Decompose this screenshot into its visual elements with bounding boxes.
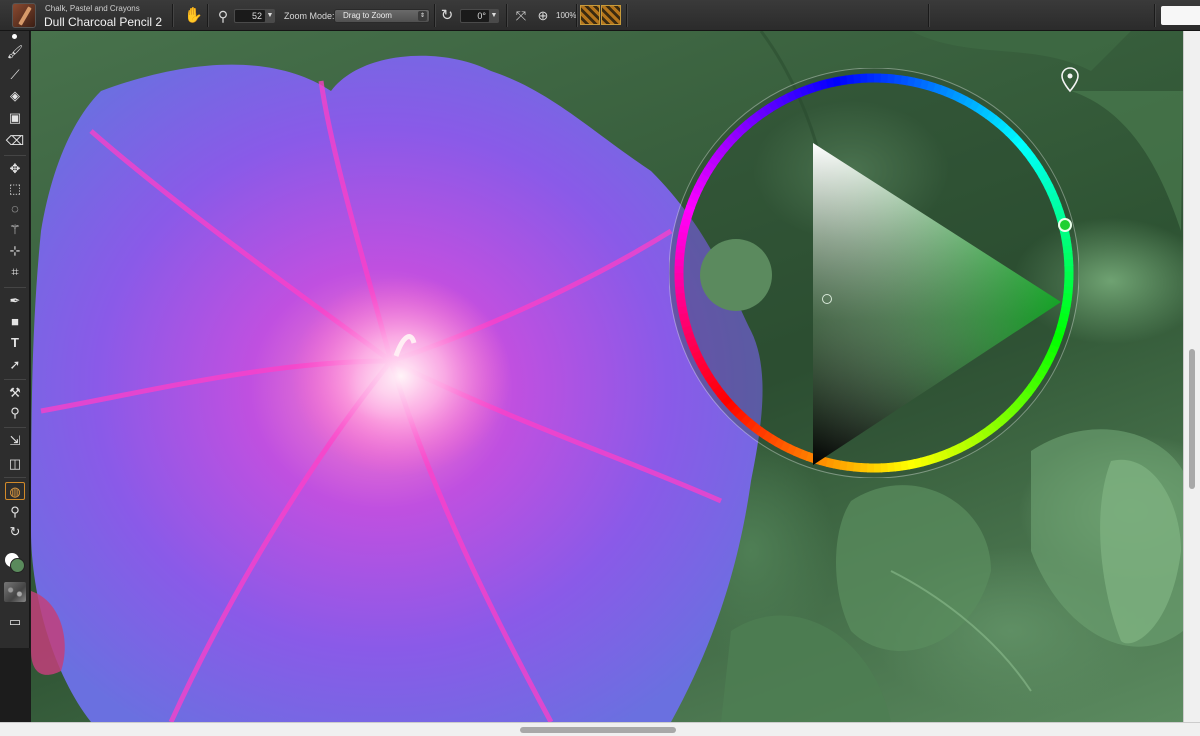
rubber-stamp-tool-icon[interactable]: ⚲: [5, 404, 25, 422]
lasso-tool-icon[interactable]: ◌: [5, 200, 25, 218]
divine-proportion-tool-icon[interactable]: ⇲: [5, 432, 25, 450]
paint-bucket-tool-icon[interactable]: ◈: [5, 87, 25, 105]
vertical-scrollbar[interactable]: [1183, 31, 1200, 722]
rotation-field[interactable]: 0°: [460, 9, 490, 23]
toolbox-separator: [4, 477, 26, 478]
actual-size-button[interactable]: 100%: [556, 11, 576, 20]
toolbox-separator: [4, 155, 26, 156]
horizontal-scrollbar[interactable]: [0, 722, 1200, 736]
property-bar: Chalk, Pastel and Crayons Dull Charcoal …: [0, 0, 1200, 31]
paper-texture-swatch[interactable]: [4, 582, 26, 602]
vertical-scroll-thumb[interactable]: [1189, 349, 1195, 489]
separator: [207, 4, 208, 27]
perspective-grid-tool-icon[interactable]: ◫: [5, 455, 25, 473]
magnifier-tool-icon[interactable]: ⚲: [5, 503, 25, 521]
chevron-down-icon[interactable]: ▼: [489, 9, 499, 23]
zoom-mode-label: Zoom Mode:: [284, 11, 335, 21]
separator: [172, 4, 173, 27]
brush-tool-icon[interactable]: 🖌: [5, 43, 25, 61]
separator: [434, 4, 435, 27]
reset-view-icon[interactable]: ⊕: [534, 7, 552, 25]
rectangle-select-tool-icon[interactable]: ⬚: [5, 180, 25, 198]
hue-marker[interactable]: [1058, 218, 1072, 232]
toolbox: 🖌 ⟋ ◈ ▣ ⌫ ✥ ⬚ ◌ ⚚ ⊹ ⌗ ✒ ■ T ➚ ⚒ ⚲ ⇲ ◫ ◍ …: [0, 31, 30, 648]
size-field[interactable]: 52: [234, 9, 266, 23]
text-tool-icon[interactable]: T: [5, 334, 25, 352]
toolbox-separator: [4, 287, 26, 288]
zoom-mode-value: Drag to Zoom: [343, 11, 392, 20]
dropper-tool-icon[interactable]: ⟋: [5, 66, 25, 84]
brush-category-label[interactable]: Chalk, Pastel and Crayons: [45, 4, 140, 13]
selected-color-preview: [700, 239, 772, 311]
cloner-tool-icon[interactable]: ⚒: [5, 384, 25, 402]
brush-tracking-icon[interactable]: ✋: [184, 7, 203, 25]
separator: [1154, 4, 1155, 27]
transform-tool-icon[interactable]: ⊹: [5, 242, 25, 260]
shape-selection-tool-icon[interactable]: ➚: [5, 356, 25, 374]
layer-adjuster-tool-icon[interactable]: ✥: [5, 160, 25, 178]
main-color-swatch[interactable]: [10, 558, 25, 573]
toolbox-grip[interactable]: [12, 34, 17, 39]
separator: [576, 4, 577, 27]
separator: [506, 4, 507, 27]
texture-toggle-2-icon[interactable]: [601, 5, 621, 25]
brush-variant-icon[interactable]: [12, 3, 36, 28]
separator: [626, 4, 627, 27]
separator: [928, 4, 929, 27]
toolbox-separator: [4, 379, 26, 380]
saturation-value-marker[interactable]: [822, 294, 832, 304]
pen-tool-icon[interactable]: ✒: [5, 292, 25, 310]
eraser-tool-icon[interactable]: ⌫: [5, 132, 25, 150]
gradient-tool-icon[interactable]: ▣: [5, 109, 25, 127]
chevron-down-icon[interactable]: ▼: [265, 9, 275, 23]
search-field[interactable]: [1161, 6, 1200, 25]
painter-window: Chalk, Pastel and Crayons Dull Charcoal …: [0, 0, 1200, 736]
texture-toggle-1-icon[interactable]: [580, 5, 600, 25]
lasso-size-icon[interactable]: ⚲: [214, 7, 232, 25]
fit-to-screen-icon[interactable]: ⤧: [512, 7, 530, 25]
updown-arrows-icon: ⇕: [418, 11, 427, 21]
document-canvas[interactable]: [31, 31, 1183, 722]
screen-mode-toggle-icon[interactable]: ▭: [5, 613, 25, 631]
mirror-tool-icon[interactable]: ◍: [5, 482, 25, 500]
horizontal-scroll-thumb[interactable]: [520, 727, 676, 733]
shape-tool-icon[interactable]: ■: [5, 313, 25, 331]
crop-tool-icon[interactable]: ⌗: [5, 263, 25, 281]
rotate-page-icon[interactable]: ↻: [438, 7, 456, 25]
toolbox-separator: [4, 427, 26, 428]
temporal-color-palette[interactable]: [669, 68, 1079, 478]
rotate-page-tool-icon[interactable]: ↻: [5, 523, 25, 541]
magic-wand-tool-icon[interactable]: ⚚: [5, 221, 25, 239]
brush-variant-name[interactable]: Dull Charcoal Pencil 2: [44, 15, 162, 29]
zoom-mode-select[interactable]: Drag to Zoom ⇕: [334, 9, 430, 23]
